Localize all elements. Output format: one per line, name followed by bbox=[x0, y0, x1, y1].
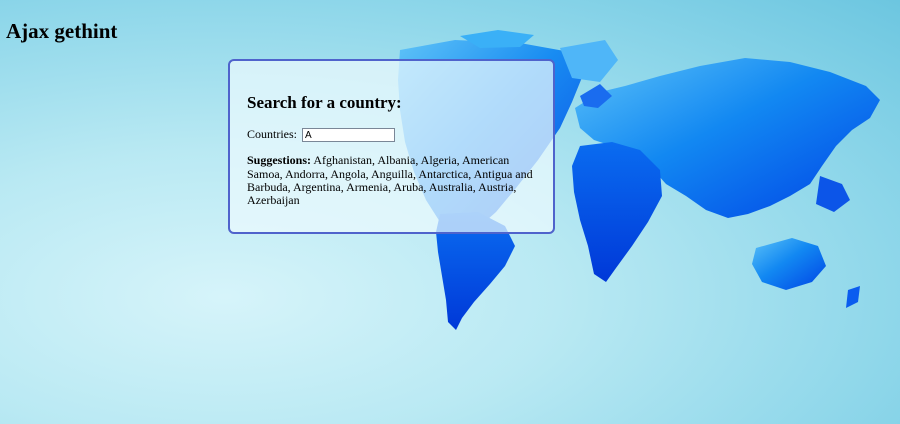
country-search-panel: Search for a country: Countries: Suggest… bbox=[228, 59, 555, 234]
eurasia-shape bbox=[575, 58, 880, 218]
countries-row: Countries: bbox=[247, 126, 553, 143]
africa-shape bbox=[572, 142, 662, 282]
suggestions-label: Suggestions: bbox=[247, 153, 312, 168]
countries-label: Countries: bbox=[247, 127, 297, 141]
suggestions-block: Suggestions: Afghanistan, Albania, Alger… bbox=[247, 154, 537, 207]
panel-heading: Search for a country: bbox=[247, 93, 402, 112]
page-title: Ajax gethint bbox=[6, 19, 118, 43]
country-search-input[interactable] bbox=[302, 128, 395, 143]
australia-shape bbox=[752, 238, 860, 308]
